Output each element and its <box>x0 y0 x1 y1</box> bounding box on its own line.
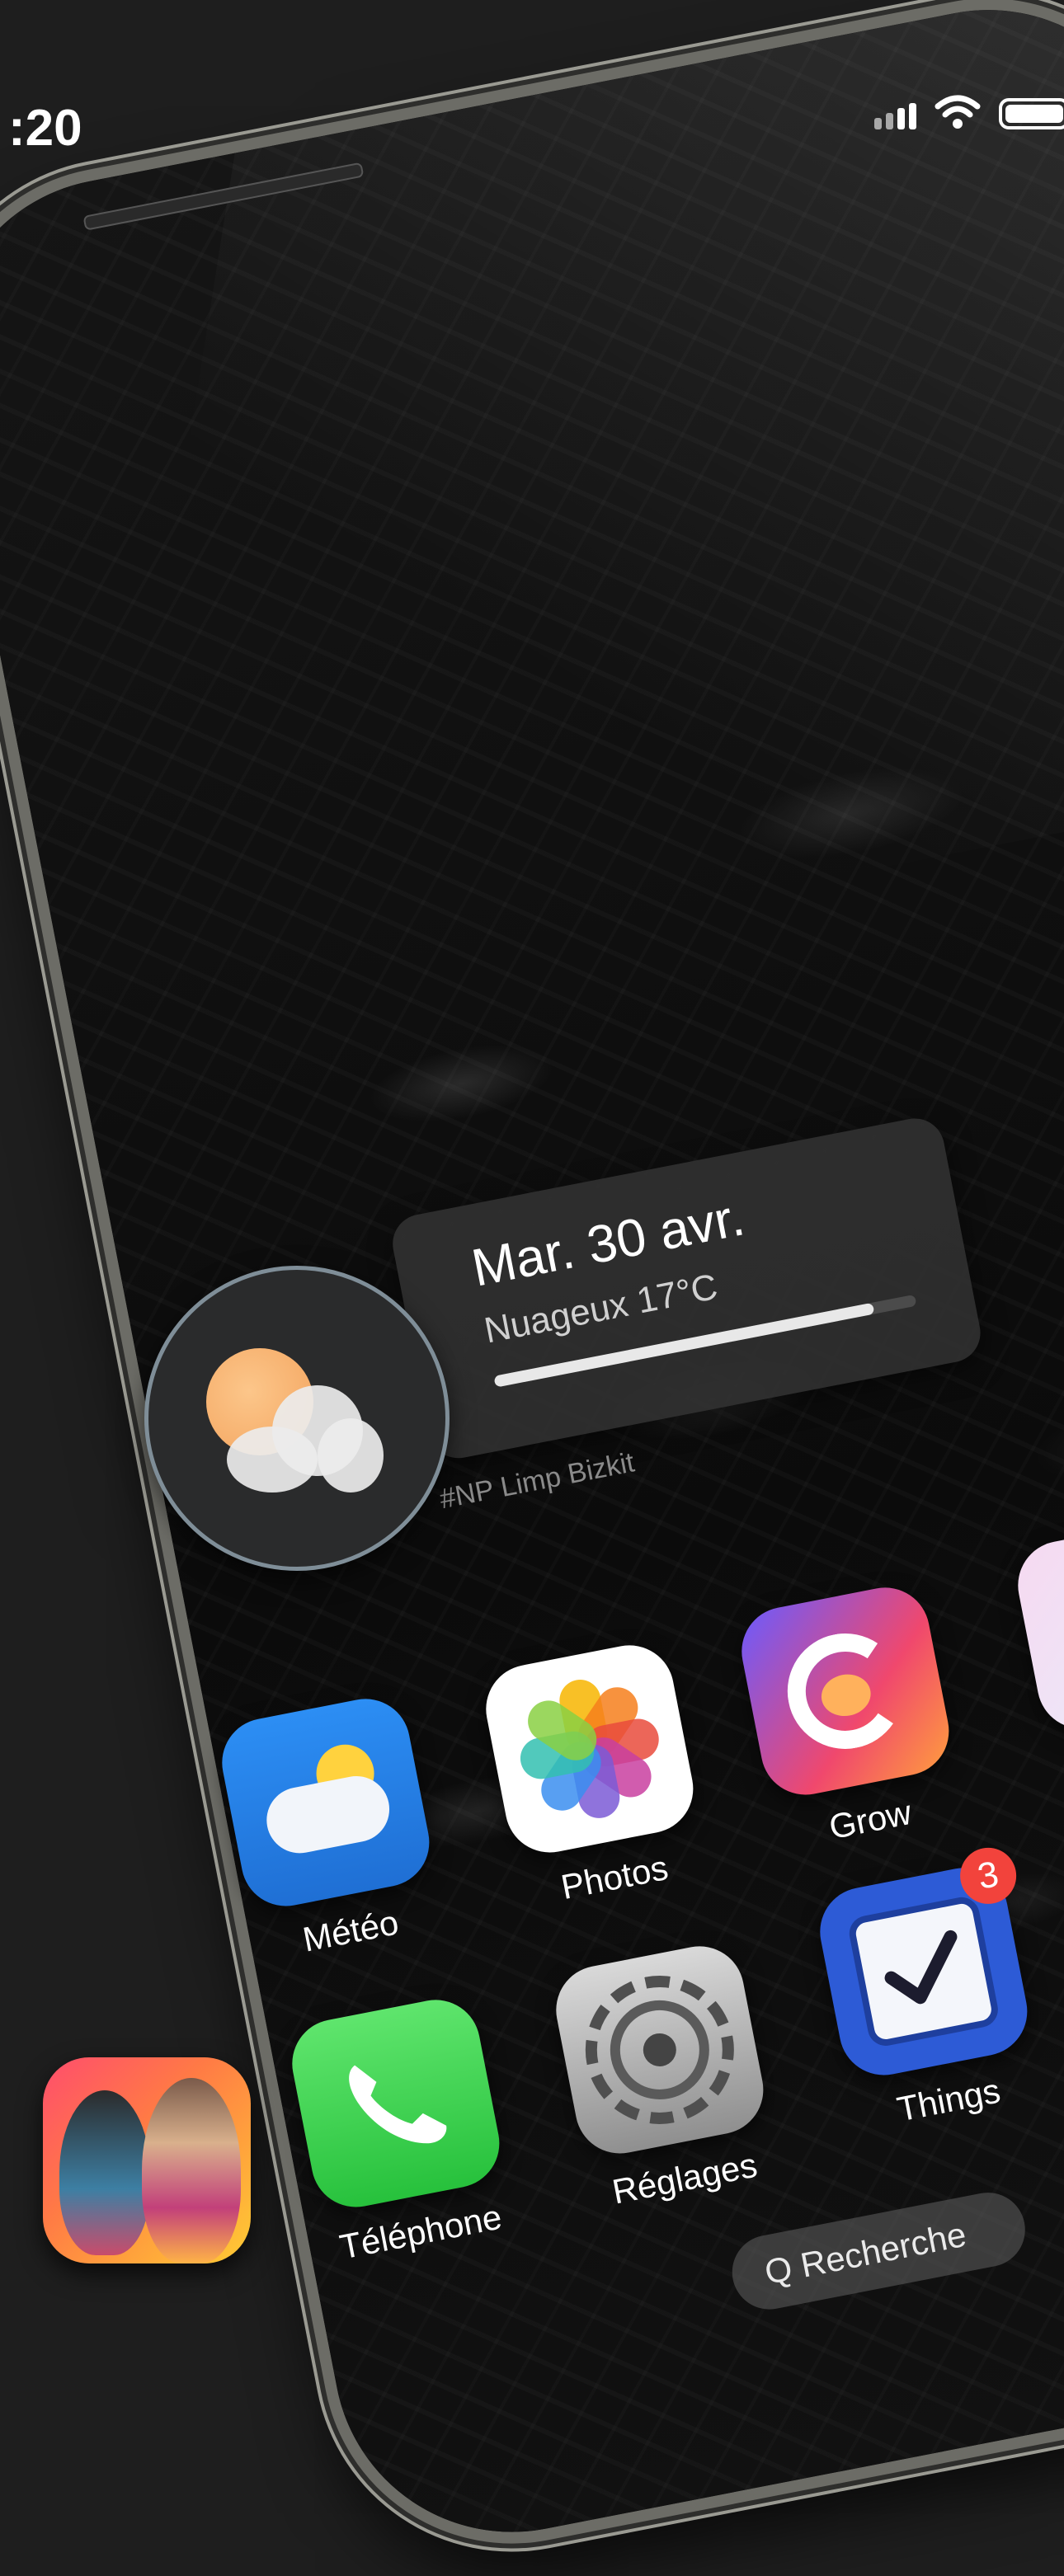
phone-app-icon <box>285 1992 507 2215</box>
app-photos[interactable]: Photos <box>478 1638 701 1906</box>
signal-icon <box>874 103 916 129</box>
grow-app-icon <box>734 1580 957 1803</box>
weather-widget-icon[interactable] <box>144 1266 450 1571</box>
app-telephone[interactable]: Téléphone <box>285 1992 507 2267</box>
wifi-icon <box>935 95 981 129</box>
album-art-thumbnail[interactable] <box>43 2057 251 2263</box>
app-reglages[interactable]: Réglages <box>548 1939 771 2212</box>
settings-app-icon <box>548 1939 771 2161</box>
app-things[interactable]: 3 Things <box>812 1843 1035 2129</box>
status-icons <box>874 95 1064 129</box>
screen-glare <box>97 0 1064 1020</box>
photos-app-icon <box>478 1638 701 1860</box>
status-time: :20 <box>8 100 82 157</box>
battery-icon <box>999 98 1064 129</box>
cloud-icon <box>227 1385 384 1492</box>
weather-app-icon <box>214 1691 437 1914</box>
app-grow[interactable]: Grow <box>734 1580 957 1846</box>
app-meteo[interactable]: Météo <box>214 1691 437 1959</box>
